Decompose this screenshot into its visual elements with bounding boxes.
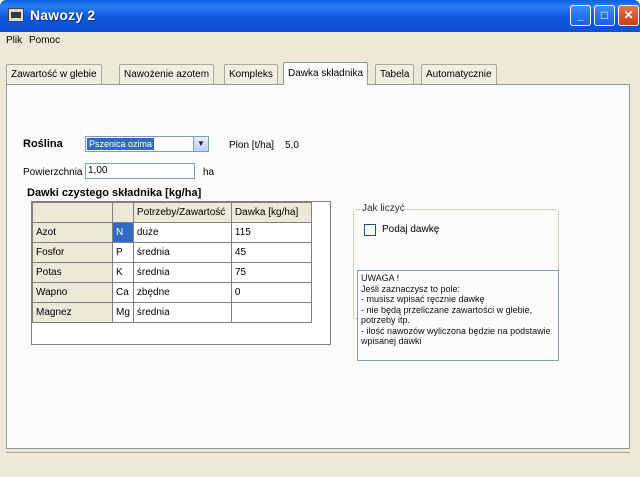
tab-panel-dawka: Roślina Pszenica ozima ▼ Plon [t/ha] 5,0… xyxy=(6,84,630,449)
grid-title: Dawki czystego składnika [kg/ha] xyxy=(27,187,202,199)
memo-line: UWAGA ! xyxy=(361,273,400,283)
menu-pomoc[interactable]: Pomoc xyxy=(29,35,60,46)
roslina-select-value: Pszenica ozima xyxy=(87,138,155,150)
plon-label: Plon [t/ha] xyxy=(229,140,275,151)
dawki-grid[interactable]: Potrzeby/Zawartość Dawka [kg/ha] Azot N … xyxy=(31,201,331,345)
memo-line: - musisz wpisać ręcznie dawkę xyxy=(361,294,485,304)
row-name-cell: Magnez xyxy=(32,302,113,323)
tab-kompleks[interactable]: Kompleks xyxy=(224,64,278,84)
row-dose-cell[interactable]: 75 xyxy=(230,262,312,283)
grid-header-cell: Potrzeby/Zawartość xyxy=(132,202,232,223)
memo-line: Jeśli zaznaczysz to pole: xyxy=(361,283,461,294)
app-icon xyxy=(8,8,24,22)
row-name-cell: Azot xyxy=(32,222,113,243)
table-row[interactable]: Magnez Mg średnia xyxy=(32,302,312,323)
tab-zawartosc[interactable]: Zawartość w glebie xyxy=(6,64,102,84)
row-need-cell[interactable]: średnia xyxy=(132,302,232,323)
table-row[interactable]: Potas K średnia 75 xyxy=(32,262,312,283)
status-bar xyxy=(6,452,630,472)
maximize-button[interactable]: □ xyxy=(594,5,615,26)
powierzchnia-label: Powierzchnia xyxy=(23,167,83,178)
row-dose-cell[interactable] xyxy=(230,302,312,323)
row-dose-cell[interactable]: 45 xyxy=(230,242,312,263)
table-row[interactable]: Azot N duże 115 xyxy=(32,222,312,243)
plon-value: 5,0 xyxy=(285,140,299,151)
window-title: Nawozy 2 xyxy=(30,7,96,23)
row-symbol-cell[interactable]: N xyxy=(112,222,134,243)
tab-automatycznie[interactable]: Automatycznie xyxy=(421,64,497,84)
row-symbol-cell[interactable]: P xyxy=(112,242,134,263)
menu-bar: Plik Pomoc xyxy=(0,32,640,50)
jak-liczyc-legend: Jak liczyć xyxy=(360,203,407,214)
minimize-button[interactable]: _ xyxy=(570,5,591,26)
memo-line: - ilość nawozów wyliczona będzie na pods… xyxy=(361,325,551,347)
close-button[interactable]: ✕ xyxy=(618,5,639,26)
roslina-label: Roślina xyxy=(23,138,63,150)
tab-dawka-skladnika[interactable]: Dawka składnika xyxy=(283,62,369,85)
roslina-select[interactable]: Pszenica ozima ▼ xyxy=(85,136,209,152)
row-symbol-cell[interactable]: Ca xyxy=(112,282,134,303)
table-row[interactable]: Wapno Ca zbędne 0 xyxy=(32,282,312,303)
row-need-cell[interactable]: średnia xyxy=(132,262,232,283)
tab-tabela[interactable]: Tabela xyxy=(375,64,415,84)
uwaga-memo[interactable]: UWAGA ! Jeśli zaznaczysz to pole: - musi… xyxy=(357,270,559,361)
chevron-down-icon[interactable]: ▼ xyxy=(193,137,208,151)
row-dose-cell[interactable]: 115 xyxy=(230,222,312,243)
memo-line: - nie będą przeliczane zawartości w gleb… xyxy=(361,304,533,326)
row-dose-cell[interactable]: 0 xyxy=(230,282,312,303)
row-name-cell: Wapno xyxy=(32,282,113,303)
row-name-cell: Fosfor xyxy=(32,242,113,263)
row-symbol-cell[interactable]: Mg xyxy=(112,302,134,323)
title-bar[interactable]: Nawozy 2 _ □ ✕ xyxy=(0,0,640,32)
tab-strip: Zawartość w glebie Nawożenie azotem Komp… xyxy=(6,62,626,85)
podaj-dawke-label[interactable]: Podaj dawkę xyxy=(382,224,439,235)
powierzchnia-input[interactable]: 1,00 xyxy=(85,163,195,179)
row-name-cell: Potas xyxy=(32,262,113,283)
row-need-cell[interactable]: średnia xyxy=(132,242,232,263)
row-symbol-cell[interactable]: K xyxy=(112,262,134,283)
grid-header-cell: Dawka [kg/ha] xyxy=(230,202,312,223)
menu-plik[interactable]: Plik xyxy=(6,35,22,46)
grid-header-row: Potrzeby/Zawartość Dawka [kg/ha] xyxy=(32,202,312,223)
powierzchnia-unit: ha xyxy=(203,167,215,178)
table-row[interactable]: Fosfor P średnia 45 xyxy=(32,242,312,263)
client-area: Zawartość w glebie Nawożenie azotem Komp… xyxy=(0,50,640,477)
tab-nawozenie-azotem[interactable]: Nawożenie azotem xyxy=(119,64,215,84)
grid-header-cell xyxy=(32,202,113,223)
grid-header-cell xyxy=(112,202,134,223)
row-need-cell[interactable]: zbędne xyxy=(132,282,232,303)
row-need-cell[interactable]: duże xyxy=(132,222,232,243)
podaj-dawke-checkbox[interactable] xyxy=(364,224,376,236)
